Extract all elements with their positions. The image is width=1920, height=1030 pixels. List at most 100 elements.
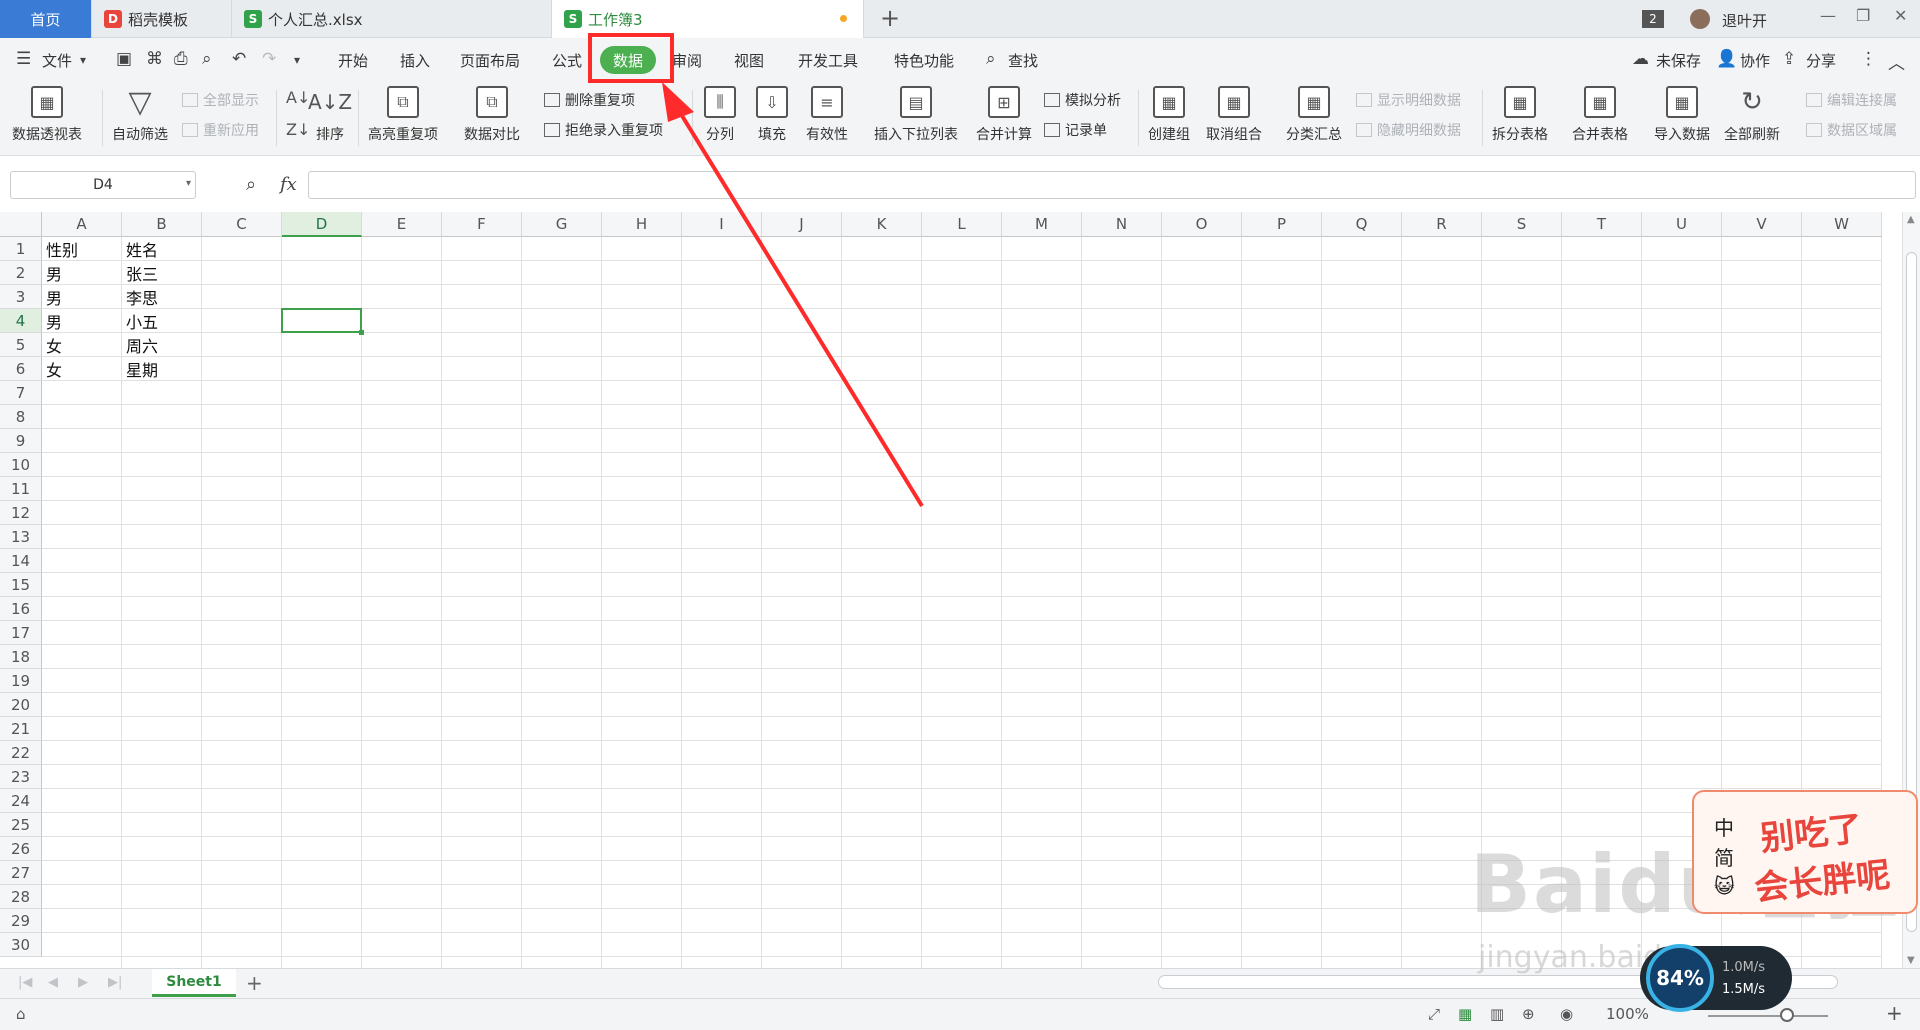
cell-a2[interactable]: 男 bbox=[42, 261, 122, 285]
show-detail-button[interactable]: 显示明细数据 bbox=[1356, 90, 1461, 110]
row-header-23[interactable]: 23 bbox=[0, 765, 42, 789]
row-header-2[interactable]: 2 bbox=[0, 261, 42, 285]
split-columns-button[interactable]: ⫼ 分列 bbox=[704, 86, 736, 144]
search-icon[interactable]: ⌕ bbox=[986, 49, 996, 69]
column-header-o[interactable]: O bbox=[1162, 212, 1242, 237]
share-button[interactable]: 分享 bbox=[1806, 50, 1836, 71]
split-table-button[interactable]: ▦ 拆分表格 bbox=[1492, 86, 1548, 144]
row-header-11[interactable]: 11 bbox=[0, 477, 42, 501]
more-icon[interactable]: ⋮ bbox=[1860, 49, 1877, 69]
cell-b5[interactable]: 周六 bbox=[122, 333, 202, 357]
fx-icon[interactable]: fx bbox=[280, 174, 297, 195]
cell-b4[interactable]: 小五 bbox=[122, 309, 202, 333]
page-break-view-icon[interactable]: ▥ bbox=[1490, 1005, 1504, 1023]
minimize-icon[interactable]: — bbox=[1820, 6, 1836, 25]
column-header-p[interactable]: P bbox=[1242, 212, 1322, 237]
formula-input[interactable] bbox=[308, 171, 1916, 199]
data-range-button[interactable]: 数据区域属 bbox=[1806, 120, 1897, 140]
row-header-8[interactable]: 8 bbox=[0, 405, 42, 429]
menu-formula[interactable]: 公式 bbox=[552, 50, 582, 71]
user-name[interactable]: 退叶开 bbox=[1722, 10, 1767, 31]
menu-special-features[interactable]: 特色功能 bbox=[894, 50, 954, 71]
collaborate-button[interactable]: 协作 bbox=[1740, 50, 1770, 71]
cell-a5[interactable]: 女 bbox=[42, 333, 122, 357]
print-preview-icon[interactable]: ⌕ bbox=[202, 49, 212, 69]
zoom-level[interactable]: 100% bbox=[1606, 1005, 1649, 1023]
print-icon[interactable]: ⎙ bbox=[174, 49, 188, 69]
sort-button[interactable]: A↓Z 排序 bbox=[308, 86, 352, 144]
select-all-corner[interactable] bbox=[0, 212, 42, 237]
active-cell-d4[interactable] bbox=[281, 308, 364, 335]
unsaved-status[interactable]: 未保存 bbox=[1656, 50, 1701, 71]
sticker-widget[interactable]: 中 简 😺 别吃了 会长胖呢 bbox=[1692, 790, 1918, 914]
row-header-25[interactable]: 25 bbox=[0, 813, 42, 837]
tab-file-personal-summary[interactable]: S 个人汇总.xlsx bbox=[232, 0, 552, 38]
restore-icon[interactable]: ❐ bbox=[1856, 6, 1870, 25]
refresh-all-button[interactable]: ↻ 全部刷新 bbox=[1724, 86, 1780, 144]
sort-asc-icon[interactable]: A↓ bbox=[286, 88, 310, 107]
menu-file[interactable]: 文件 bbox=[42, 50, 72, 71]
collapse-ribbon-icon[interactable]: ︿ bbox=[1888, 49, 1905, 74]
insert-dropdown-list-button[interactable]: ▤ 插入下拉列表 bbox=[874, 86, 958, 144]
add-sheet-icon[interactable]: + bbox=[246, 971, 263, 995]
row-header-17[interactable]: 17 bbox=[0, 621, 42, 645]
scroll-up-icon[interactable]: ▲ bbox=[1907, 214, 1915, 225]
column-header-f[interactable]: F bbox=[442, 212, 522, 237]
row-header-26[interactable]: 26 bbox=[0, 837, 42, 861]
cell-a4[interactable]: 男 bbox=[42, 309, 122, 333]
row-header-21[interactable]: 21 bbox=[0, 717, 42, 741]
menu-page-layout[interactable]: 页面布局 bbox=[460, 50, 520, 71]
column-header-j[interactable]: J bbox=[762, 212, 842, 237]
last-sheet-icon[interactable]: ▶| bbox=[108, 975, 122, 990]
row-header-30[interactable]: 30 bbox=[0, 933, 42, 957]
column-header-a[interactable]: A bbox=[42, 212, 122, 237]
column-header-l[interactable]: L bbox=[922, 212, 1002, 237]
row-header-18[interactable]: 18 bbox=[0, 645, 42, 669]
show-all-button[interactable]: 全部显示 bbox=[182, 90, 259, 110]
row-header-1[interactable]: 1 bbox=[0, 237, 42, 261]
validity-button[interactable]: ≡ 有效性 bbox=[806, 86, 848, 144]
row-header-12[interactable]: 12 bbox=[0, 501, 42, 525]
row-header-19[interactable]: 19 bbox=[0, 669, 42, 693]
menu-review[interactable]: 审阅 bbox=[672, 50, 702, 71]
column-header-d[interactable]: D bbox=[282, 212, 362, 237]
network-speed-widget[interactable]: 84% 1.0M/s 1.5M/s bbox=[1640, 944, 1792, 1012]
column-header-r[interactable]: R bbox=[1402, 212, 1482, 237]
macro-record-icon[interactable]: ⌂ bbox=[16, 1005, 26, 1023]
column-header-m[interactable]: M bbox=[1002, 212, 1082, 237]
column-header-b[interactable]: B bbox=[122, 212, 202, 237]
data-compare-button[interactable]: ⧉ 数据对比 bbox=[464, 86, 520, 144]
save-icon[interactable]: ▣ bbox=[116, 49, 132, 69]
cell-b1[interactable]: 姓名 bbox=[122, 237, 202, 261]
sort-desc-icon[interactable]: Z↓ bbox=[286, 120, 310, 139]
zoom-in-icon[interactable]: + bbox=[1886, 1001, 1903, 1025]
row-header-9[interactable]: 9 bbox=[0, 429, 42, 453]
chevron-down-icon[interactable]: ▾ bbox=[186, 178, 191, 189]
row-header-4[interactable]: 4 bbox=[0, 309, 42, 333]
sheet-tab-sheet1[interactable]: Sheet1 bbox=[152, 969, 236, 997]
normal-view-icon[interactable]: ▦ bbox=[1458, 1005, 1472, 1023]
hamburger-icon[interactable]: ☰ bbox=[16, 49, 31, 69]
row-header-13[interactable]: 13 bbox=[0, 525, 42, 549]
column-header-k[interactable]: K bbox=[842, 212, 922, 237]
chevron-down-icon[interactable]: ▾ bbox=[80, 53, 86, 67]
row-header-14[interactable]: 14 bbox=[0, 549, 42, 573]
row-header-22[interactable]: 22 bbox=[0, 741, 42, 765]
column-header-t[interactable]: T bbox=[1562, 212, 1642, 237]
row-header-24[interactable]: 24 bbox=[0, 789, 42, 813]
row-header-29[interactable]: 29 bbox=[0, 909, 42, 933]
first-sheet-icon[interactable]: |◀ bbox=[18, 975, 32, 990]
menu-view[interactable]: 视图 bbox=[734, 50, 764, 71]
reapply-button[interactable]: 重新应用 bbox=[182, 120, 259, 140]
cell-a6[interactable]: 女 bbox=[42, 357, 122, 381]
create-group-button[interactable]: ▦ 创建组 bbox=[1148, 86, 1190, 144]
row-header-15[interactable]: 15 bbox=[0, 573, 42, 597]
scroll-down-icon[interactable]: ▼ bbox=[1907, 955, 1915, 966]
row-header-27[interactable]: 27 bbox=[0, 861, 42, 885]
column-header-q[interactable]: Q bbox=[1322, 212, 1402, 237]
hide-detail-button[interactable]: 隐藏明细数据 bbox=[1356, 120, 1461, 140]
prev-sheet-icon[interactable]: ◀ bbox=[48, 975, 58, 990]
simulate-analysis-button[interactable]: 模拟分析 bbox=[1044, 90, 1121, 110]
menu-insert[interactable]: 插入 bbox=[400, 50, 430, 71]
customize-dropdown-icon[interactable]: ▾ bbox=[294, 53, 300, 67]
